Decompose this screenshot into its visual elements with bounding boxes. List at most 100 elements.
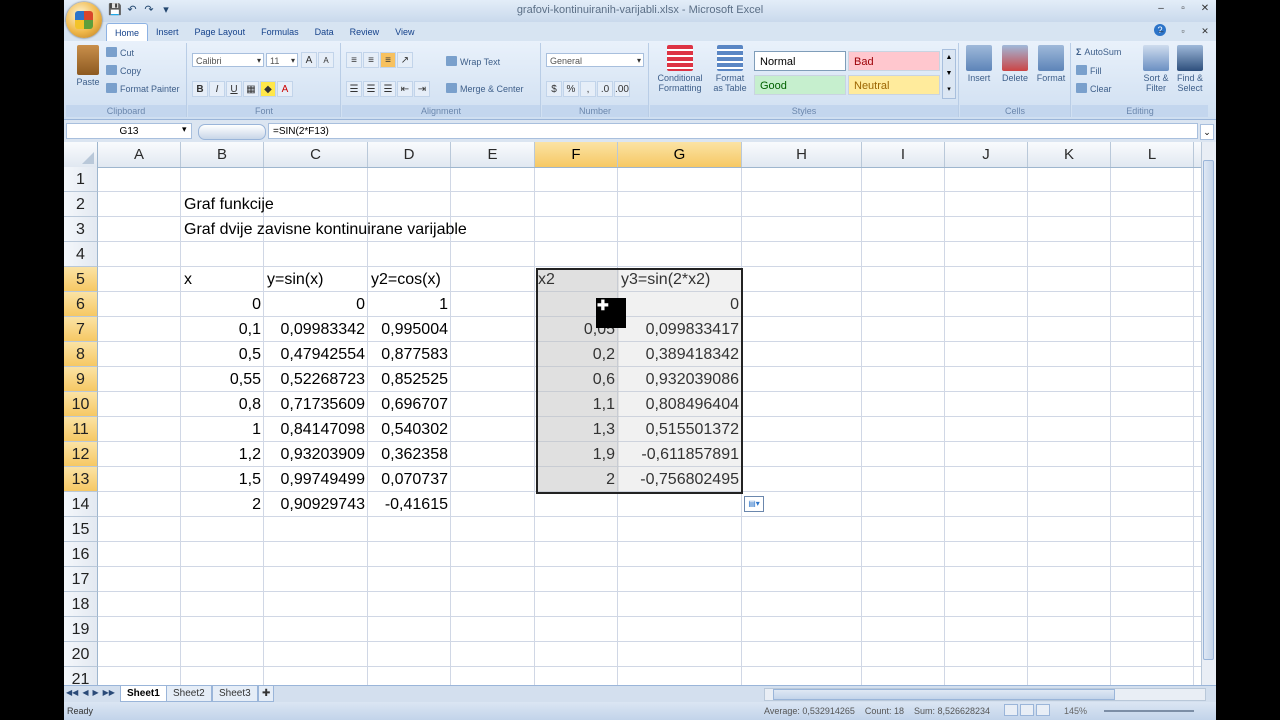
workbook-restore-button[interactable]: ▫: [1172, 23, 1194, 39]
next-sheet-icon[interactable]: ▶: [92, 688, 98, 697]
select-all-button[interactable]: [64, 142, 98, 167]
cell-c10[interactable]: 0,71735609: [264, 392, 368, 417]
vertical-scrollbar[interactable]: [1201, 142, 1216, 685]
cell-c7[interactable]: 0,09983342: [264, 317, 368, 342]
borders-icon[interactable]: ▦: [243, 81, 259, 97]
row-header-1[interactable]: 1: [64, 167, 98, 192]
horizontal-scroll-thumb[interactable]: [773, 689, 1115, 700]
increase-decimal-icon[interactable]: .0: [597, 81, 613, 97]
cell-g7[interactable]: 0,099833417: [618, 317, 742, 342]
row-header-4[interactable]: 4: [64, 242, 98, 267]
delete-cells-button[interactable]: Delete: [998, 45, 1032, 83]
cell-c14[interactable]: 0,90929743: [264, 492, 368, 517]
normal-view-icon[interactable]: [1004, 704, 1018, 716]
comma-button[interactable]: ,: [580, 81, 596, 97]
cell-b12[interactable]: 1,2: [181, 442, 264, 467]
cell-f8[interactable]: 0,2: [535, 342, 618, 367]
number-format-dropdown[interactable]: General: [546, 53, 644, 68]
underline-button[interactable]: U: [226, 81, 242, 97]
sheet-tab-sheet1[interactable]: Sheet1: [120, 686, 167, 702]
last-sheet-icon[interactable]: ▶▶: [103, 688, 115, 697]
wrap-text-button[interactable]: Wrap Text: [446, 56, 500, 67]
horizontal-scrollbar[interactable]: [764, 688, 1206, 701]
cell-d7[interactable]: 0,995004: [368, 317, 451, 342]
column-header-l[interactable]: L: [1111, 142, 1194, 167]
format-cells-button[interactable]: Format: [1034, 45, 1068, 83]
row-header-11[interactable]: 11: [64, 417, 98, 442]
cell-g8[interactable]: 0,389418342: [618, 342, 742, 367]
row-header-13[interactable]: 13: [64, 467, 98, 492]
cell-g6[interactable]: 0: [618, 292, 742, 317]
zoom-slider[interactable]: [1104, 710, 1194, 712]
fill-color-icon[interactable]: ◆: [260, 81, 276, 97]
tab-data[interactable]: Data: [307, 23, 342, 41]
style-normal[interactable]: Normal: [754, 51, 846, 71]
prev-sheet-icon[interactable]: ◀: [82, 688, 88, 697]
align-right-icon[interactable]: ☰: [380, 81, 396, 97]
row-header-5[interactable]: 5: [64, 267, 98, 292]
insert-cells-button[interactable]: Insert: [962, 45, 996, 83]
conditional-formatting-button[interactable]: Conditional Formatting: [652, 45, 708, 93]
cell-g10[interactable]: 0,808496404: [618, 392, 742, 417]
tab-review[interactable]: Review: [342, 23, 388, 41]
cell-c9[interactable]: 0,52268723: [264, 367, 368, 392]
cell-c5[interactable]: y=sin(x): [264, 267, 326, 292]
column-header-h[interactable]: H: [742, 142, 862, 167]
cell-b9[interactable]: 0,55: [181, 367, 264, 392]
column-header-e[interactable]: E: [451, 142, 535, 167]
cell-b6[interactable]: 0: [181, 292, 264, 317]
tab-view[interactable]: View: [387, 23, 422, 41]
cell-d5[interactable]: y2=cos(x): [368, 267, 444, 292]
formula-bar-splitter[interactable]: [198, 124, 266, 140]
workbook-close-button[interactable]: ✕: [1194, 23, 1216, 39]
cell-d9[interactable]: 0,852525: [368, 367, 451, 392]
cell-b8[interactable]: 0,5: [181, 342, 264, 367]
decrease-decimal-icon[interactable]: .00: [614, 81, 630, 97]
cell-b7[interactable]: 0,1: [181, 317, 264, 342]
name-box[interactable]: G13: [66, 123, 192, 139]
close-button[interactable]: ✕: [1194, 1, 1216, 17]
cell-g9[interactable]: 0,932039086: [618, 367, 742, 392]
insert-sheet-icon[interactable]: ✚: [258, 686, 275, 702]
style-bad[interactable]: Bad: [848, 51, 940, 71]
bold-button[interactable]: B: [192, 81, 208, 97]
page-break-view-icon[interactable]: [1036, 704, 1050, 716]
copy-button[interactable]: Copy: [106, 65, 141, 76]
cell-g13[interactable]: -0,756802495: [618, 467, 742, 492]
italic-button[interactable]: I: [209, 81, 225, 97]
increase-indent-icon[interactable]: ⇥: [414, 81, 430, 97]
align-center-icon[interactable]: ☰: [363, 81, 379, 97]
cell-f10[interactable]: 1,1: [535, 392, 618, 417]
cell-c13[interactable]: 0,99749499: [264, 467, 368, 492]
row-header-21[interactable]: 21: [64, 667, 98, 685]
cell-f11[interactable]: 1,3: [535, 417, 618, 442]
row-header-16[interactable]: 16: [64, 542, 98, 567]
decrease-indent-icon[interactable]: ⇤: [397, 81, 413, 97]
row-header-12[interactable]: 12: [64, 442, 98, 467]
column-header-c[interactable]: C: [264, 142, 368, 167]
cell-g5[interactable]: y3=sin(2*x2): [618, 267, 713, 292]
row-header-19[interactable]: 19: [64, 617, 98, 642]
column-header-j[interactable]: J: [945, 142, 1028, 167]
tab-home[interactable]: Home: [106, 23, 149, 42]
workbook-minimize-button[interactable]: ‒: [1150, 23, 1172, 39]
zoom-level[interactable]: 145%: [1064, 702, 1087, 720]
sheet-tab-sheet3[interactable]: Sheet3: [212, 686, 258, 702]
row-header-15[interactable]: 15: [64, 517, 98, 542]
cell-b5[interactable]: x: [181, 267, 195, 292]
cell-c11[interactable]: 0,84147098: [264, 417, 368, 442]
cell-d11[interactable]: 0,540302: [368, 417, 451, 442]
row-header-10[interactable]: 10: [64, 392, 98, 417]
cell-b13[interactable]: 1,5: [181, 467, 264, 492]
fill-button[interactable]: Fill: [1076, 65, 1102, 76]
cell-d6[interactable]: 1: [368, 292, 451, 317]
cell-c6[interactable]: 0: [264, 292, 368, 317]
paste-button[interactable]: Paste: [70, 45, 106, 87]
align-left-icon[interactable]: ☰: [346, 81, 362, 97]
cell-d8[interactable]: 0,877583: [368, 342, 451, 367]
office-button[interactable]: [66, 2, 102, 38]
paste-options-icon[interactable]: ▤▾: [744, 496, 764, 512]
format-as-table-button[interactable]: Format as Table: [710, 45, 750, 93]
cell-d13[interactable]: 0,070737: [368, 467, 451, 492]
tab-formulas[interactable]: Formulas: [253, 23, 307, 41]
